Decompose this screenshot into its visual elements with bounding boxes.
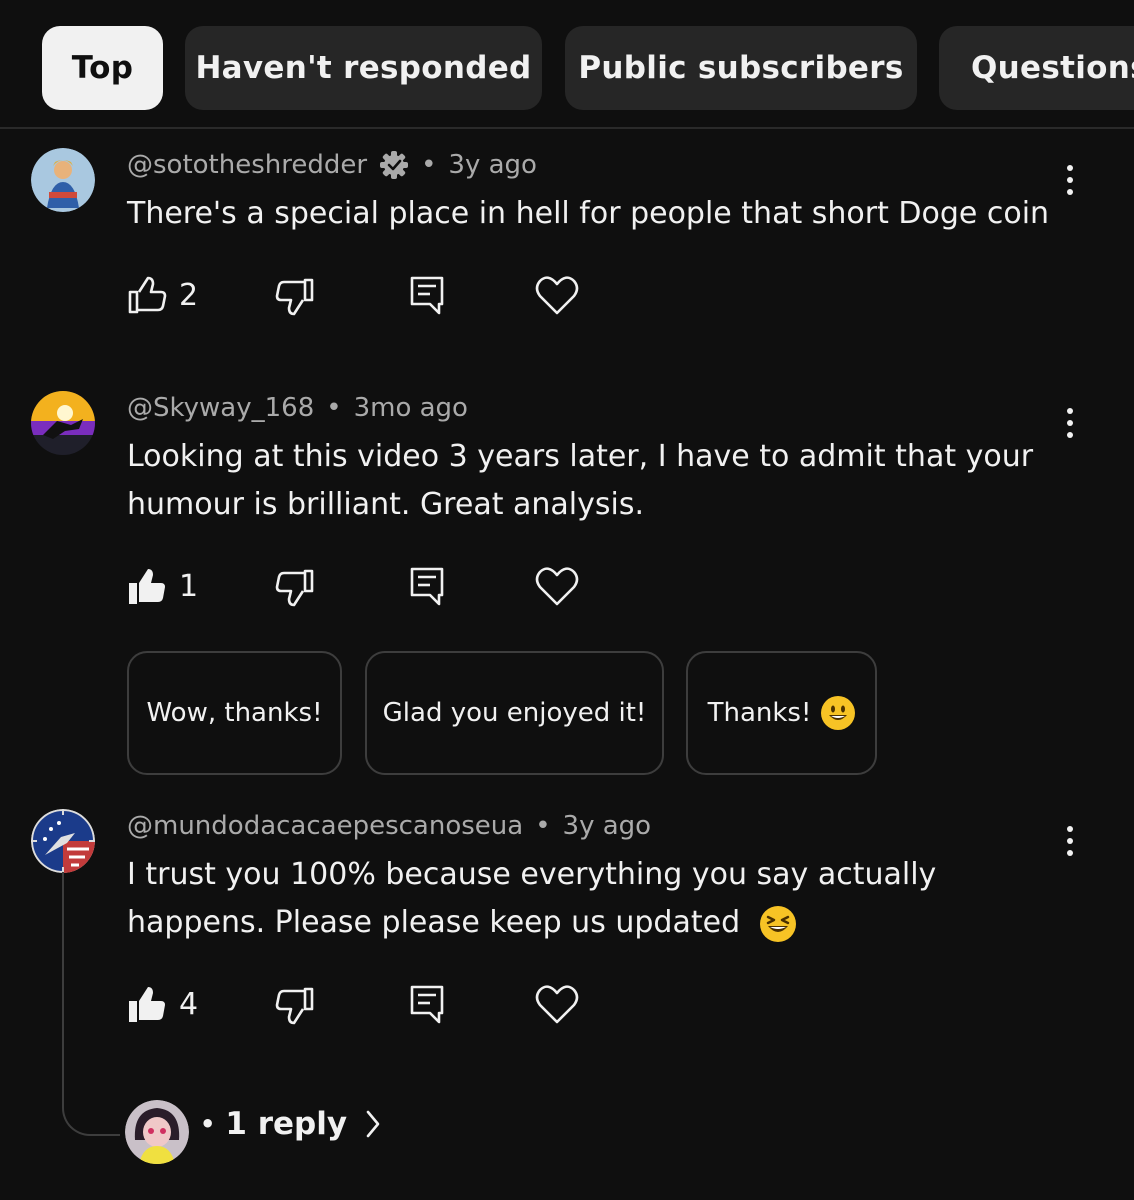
comment-author[interactable]: @mundodacacaepescanoseua <box>127 811 523 841</box>
comment-time: 3y ago <box>562 811 652 841</box>
comment-meta: @sototheshredder • 3y ago <box>127 150 537 180</box>
meta-separator: • <box>326 393 342 423</box>
view-replies-button[interactable]: • 1 reply <box>200 1106 383 1142</box>
reply-comment-icon <box>410 985 444 1024</box>
comment-time: 3mo ago <box>353 393 468 423</box>
avatar[interactable] <box>31 809 95 873</box>
heart-button[interactable] <box>535 274 579 316</box>
meta-separator: • <box>421 150 437 180</box>
like-button[interactable]: 1 <box>127 566 198 606</box>
more-options-icon[interactable] <box>1060 160 1080 200</box>
comment-text: There's a special place in hell for peop… <box>127 196 1050 231</box>
meta-separator: • <box>535 811 551 841</box>
laughing-face-emoji <box>759 905 796 942</box>
filter-chip-bar: Top Haven't responded Public subscribers… <box>0 0 1134 129</box>
reply-button[interactable] <box>409 566 445 608</box>
thumb-up-filled-icon <box>129 569 165 604</box>
heart-icon <box>535 985 579 1024</box>
avatar[interactable] <box>31 391 95 455</box>
reply-button[interactable] <box>409 984 445 1026</box>
heart-button[interactable] <box>535 565 579 607</box>
reply-comment-icon <box>410 276 444 315</box>
more-options-icon[interactable] <box>1060 403 1080 443</box>
comment-text: Looking at this video 3 years later, I h… <box>127 439 1034 522</box>
thumb-down-icon <box>275 987 314 1025</box>
heart-button[interactable] <box>535 983 579 1025</box>
chip-havent-responded[interactable]: Haven't responded <box>185 26 542 110</box>
comment-author[interactable]: @sototheshredder <box>127 150 367 180</box>
quick-reply-button[interactable]: Wow, thanks! <box>127 651 342 775</box>
avatar[interactable] <box>31 148 95 212</box>
dislike-button[interactable] <box>275 568 315 608</box>
dislike-button[interactable] <box>275 986 315 1026</box>
reply-button[interactable] <box>409 275 445 317</box>
quick-reply-label: Thanks! <box>707 698 812 728</box>
comment-meta: @Skyway_168 • 3mo ago <box>127 393 468 423</box>
more-options-icon[interactable] <box>1060 821 1080 861</box>
chip-public-subscribers[interactable]: Public subscribers <box>565 26 917 110</box>
thread-connector-line <box>62 872 120 1136</box>
like-count: 1 <box>179 568 199 604</box>
smiley-face-emoji <box>821 696 856 730</box>
reply-comment-icon <box>410 567 444 606</box>
heart-icon <box>535 567 579 606</box>
thumb-up-icon <box>128 276 167 314</box>
chip-questions[interactable]: Questions <box>939 26 1134 110</box>
thumb-down-icon <box>275 569 314 607</box>
like-count: 2 <box>179 277 199 313</box>
comment-text-body: I trust you 100% because everything you … <box>127 857 937 940</box>
quick-reply-button[interactable]: Glad you enjoyed it! <box>365 651 664 775</box>
reply-separator: • <box>200 1110 216 1138</box>
comment-time: 3y ago <box>448 150 537 180</box>
chevron-right-icon <box>366 1110 380 1138</box>
creator-avatar <box>125 1100 189 1164</box>
like-count: 4 <box>179 986 199 1022</box>
thumb-up-filled-icon <box>129 987 165 1022</box>
like-button[interactable]: 2 <box>127 275 198 315</box>
reply-count-label: 1 reply <box>225 1106 348 1142</box>
verified-gear-icon <box>380 151 409 179</box>
comment-meta: @mundodacacaepescanoseua • 3y ago <box>127 811 651 841</box>
comment-author[interactable]: @Skyway_168 <box>127 393 314 423</box>
thumb-down-icon <box>275 278 314 316</box>
heart-icon <box>535 276 579 315</box>
like-button[interactable]: 4 <box>127 984 198 1024</box>
dislike-button[interactable] <box>275 277 315 317</box>
quick-reply-button[interactable]: Thanks! <box>686 651 877 775</box>
chip-top[interactable]: Top <box>42 26 163 110</box>
comment-text: I trust you 100% because everything you … <box>127 851 1067 947</box>
